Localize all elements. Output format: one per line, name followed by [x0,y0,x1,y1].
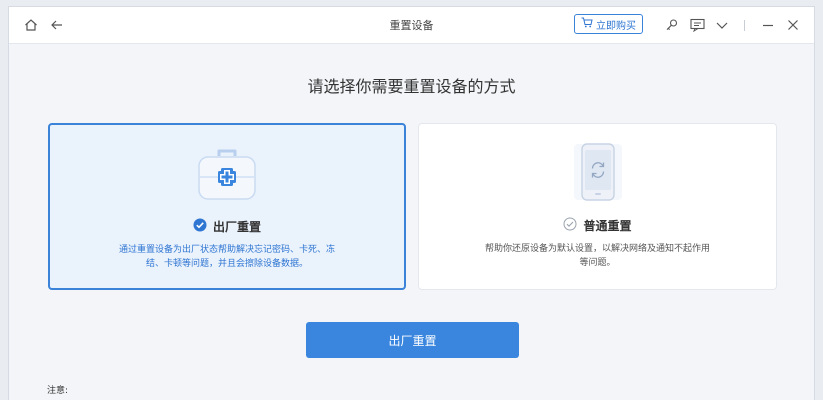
check-circle-icon [193,218,207,235]
note-label: 注意: [47,386,69,396]
chevron-down-icon[interactable] [712,15,732,35]
factory-reset-option[interactable]: 出厂重置 通过重置设备为出厂状态帮助解决忘记密码、卡死、冻结、卡顿等问题，并且会… [48,123,406,290]
title-bar-divider [744,20,745,31]
phone-reset-icon [572,142,624,206]
app-window: 重置设备 立即购买 请选择你需要重置设备的方式 出厂重置 通过重置设备为出厂状态… [8,6,815,400]
feedback-icon[interactable] [687,15,707,35]
option-title: 出厂重置 [212,220,261,234]
close-icon[interactable] [783,15,803,35]
minimize-icon[interactable] [758,15,778,35]
option-title-row: 出厂重置 [50,218,404,235]
first-aid-kit-icon [196,147,258,207]
option-description: 通过重置设备为出厂状态帮助解决忘记密码、卡死、冻结、卡顿等问题，并且会擦除设备数… [118,245,335,269]
cart-icon [581,17,593,31]
option-title-row: 普通重置 [419,217,776,234]
buy-now-button[interactable]: 立即购买 [574,14,643,34]
check-circle-icon [563,217,577,234]
option-description: 帮助你还原设备为默认设置，以解决网络及通知不起作用等问题。 [484,244,710,268]
page-heading: 请选择你需要重置设备的方式 [307,77,516,96]
option-title: 普通重置 [583,219,632,233]
title-bar: 重置设备 立即购买 [9,7,814,44]
normal-reset-option[interactable]: 普通重置 帮助你还原设备为默认设置，以解决网络及通知不起作用等问题。 [418,123,777,290]
factory-reset-button[interactable]: 出厂重置 [306,322,519,358]
home-icon[interactable] [21,15,41,35]
key-icon[interactable] [662,15,682,35]
back-arrow-icon[interactable] [47,15,67,35]
buy-now-label: 立即购买 [596,20,636,32]
